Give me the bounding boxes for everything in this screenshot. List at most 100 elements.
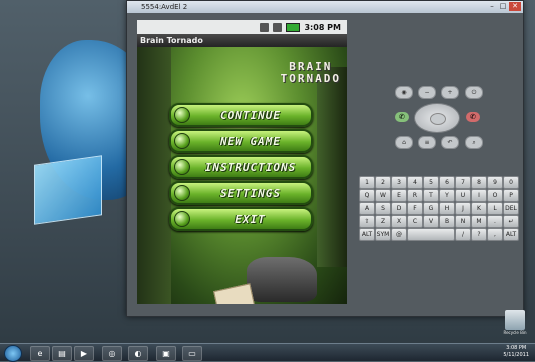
key[interactable]: I	[471, 189, 487, 202]
menu-label: CONTINUE	[220, 108, 281, 122]
home-button[interactable]: ⌂	[395, 136, 413, 149]
key[interactable]: P	[503, 189, 519, 202]
key[interactable]: Q	[359, 189, 375, 202]
new-game-button[interactable]: NEW GAME	[169, 129, 313, 153]
settings-button[interactable]: SETTINGS	[169, 181, 313, 205]
instructions-button[interactable]: INSTRUCTIONS	[169, 155, 313, 179]
explorer-icon[interactable]: e	[30, 346, 50, 361]
key-alt[interactable]: ALT	[503, 228, 519, 241]
recycle-bin-label: Recycle Bin	[503, 330, 527, 335]
key-delete[interactable]: DEL	[503, 202, 519, 215]
key[interactable]: W	[375, 189, 391, 202]
key[interactable]: ?	[471, 228, 487, 241]
key[interactable]: H	[439, 202, 455, 215]
key[interactable]: /	[455, 228, 471, 241]
app-icon[interactable]: ▣	[156, 346, 176, 361]
key[interactable]: 5	[423, 176, 439, 189]
key[interactable]: K	[471, 202, 487, 215]
key[interactable]: 2	[375, 176, 391, 189]
key[interactable]: 1	[359, 176, 375, 189]
key[interactable]: 0	[503, 176, 519, 189]
app-title-bar: Brain Tornado	[137, 34, 347, 47]
game-menu-screen: BRAIN TORNADO CONTINUE NEW GAME INSTRUCT…	[137, 47, 347, 304]
key[interactable]: 9	[487, 176, 503, 189]
key[interactable]: N	[455, 215, 471, 228]
start-button[interactable]	[4, 345, 22, 362]
folder-icon[interactable]: ▤	[52, 346, 72, 361]
dpad-center-button[interactable]	[430, 113, 446, 125]
window-titlebar[interactable]: 5554:AvdEl 2 – □ ✕	[127, 1, 523, 13]
call-button[interactable]: ✆	[395, 112, 409, 122]
key[interactable]: 8	[471, 176, 487, 189]
key-shift[interactable]: ⇧	[359, 215, 375, 228]
key[interactable]: G	[423, 202, 439, 215]
key[interactable]: A	[359, 202, 375, 215]
system-clock[interactable]: 3:08 PM 5/11/2011	[503, 345, 529, 359]
logo-line-2: TORNADO	[280, 72, 341, 85]
key-sym[interactable]: SYM	[375, 228, 391, 241]
battery-icon	[286, 22, 301, 32]
chrome-icon[interactable]: ◎	[102, 346, 122, 361]
key[interactable]: R	[407, 189, 423, 202]
search-button[interactable]: ⌕	[465, 136, 483, 149]
key[interactable]: B	[439, 215, 455, 228]
volume-up-button[interactable]: +	[441, 86, 459, 99]
bullet-icon	[174, 185, 190, 201]
key-space[interactable]	[407, 228, 455, 241]
camera-button[interactable]: ◉	[395, 86, 413, 99]
status-bar: 3:08 PM	[137, 20, 347, 34]
volume-down-button[interactable]: −	[418, 86, 436, 99]
exit-button[interactable]: EXIT	[169, 207, 313, 231]
key[interactable]: .	[487, 215, 503, 228]
key[interactable]: @	[391, 228, 407, 241]
key[interactable]: F	[407, 202, 423, 215]
maximize-button[interactable]: □	[498, 2, 508, 11]
key[interactable]: S	[375, 202, 391, 215]
signal-icon	[273, 22, 283, 32]
key[interactable]: Y	[439, 189, 455, 202]
emulator-task-icon[interactable]: ▭	[182, 346, 202, 361]
key[interactable]: X	[391, 215, 407, 228]
taskbar: e ▤ ▶ ◎ ◐ ▣ ▭ 3:08 PM 5/11/2011	[0, 343, 535, 362]
app-title: Brain Tornado	[140, 36, 203, 45]
key[interactable]: U	[455, 189, 471, 202]
game-logo: BRAIN TORNADO	[281, 61, 341, 85]
key[interactable]: V	[423, 215, 439, 228]
menu-label: INSTRUCTIONS	[204, 160, 297, 174]
wallpaper-cube	[34, 155, 102, 225]
end-call-button[interactable]: ✆	[466, 112, 480, 122]
key[interactable]: M	[471, 215, 487, 228]
map-scroll-decoration	[213, 283, 255, 304]
key[interactable]: 4	[407, 176, 423, 189]
key-enter[interactable]: ↵	[503, 215, 519, 228]
power-button[interactable]: ⏻	[465, 86, 483, 99]
key[interactable]: 6	[439, 176, 455, 189]
key[interactable]: Z	[375, 215, 391, 228]
window-title: 5554:AvdEl 2	[141, 3, 188, 11]
menu-hw-button[interactable]: ≡	[418, 136, 436, 149]
back-button[interactable]: ↶	[441, 136, 459, 149]
close-button[interactable]: ✕	[509, 2, 521, 11]
key[interactable]: ,	[487, 228, 503, 241]
key[interactable]: T	[423, 189, 439, 202]
minimize-button[interactable]: –	[487, 2, 497, 11]
key[interactable]: J	[455, 202, 471, 215]
menu-label: NEW GAME	[220, 134, 281, 148]
media-player-icon[interactable]: ▶	[74, 346, 94, 361]
continue-button[interactable]: CONTINUE	[169, 103, 313, 127]
notification-icon	[260, 22, 270, 32]
key[interactable]: L	[487, 202, 503, 215]
key[interactable]: E	[391, 189, 407, 202]
key[interactable]: O	[487, 189, 503, 202]
key[interactable]: D	[391, 202, 407, 215]
bullet-icon	[174, 211, 190, 227]
device-screen[interactable]: 3:08 PM Brain Tornado BRAIN TORNADO CONT…	[137, 20, 347, 304]
recycle-bin-icon[interactable]	[505, 310, 525, 330]
eclipse-icon[interactable]: ◐	[128, 346, 148, 361]
key[interactable]: C	[407, 215, 423, 228]
key[interactable]: 3	[391, 176, 407, 189]
key-alt[interactable]: ALT	[359, 228, 375, 241]
menu-label: SETTINGS	[220, 186, 281, 200]
key[interactable]: 7	[455, 176, 471, 189]
dpad[interactable]	[414, 103, 460, 133]
